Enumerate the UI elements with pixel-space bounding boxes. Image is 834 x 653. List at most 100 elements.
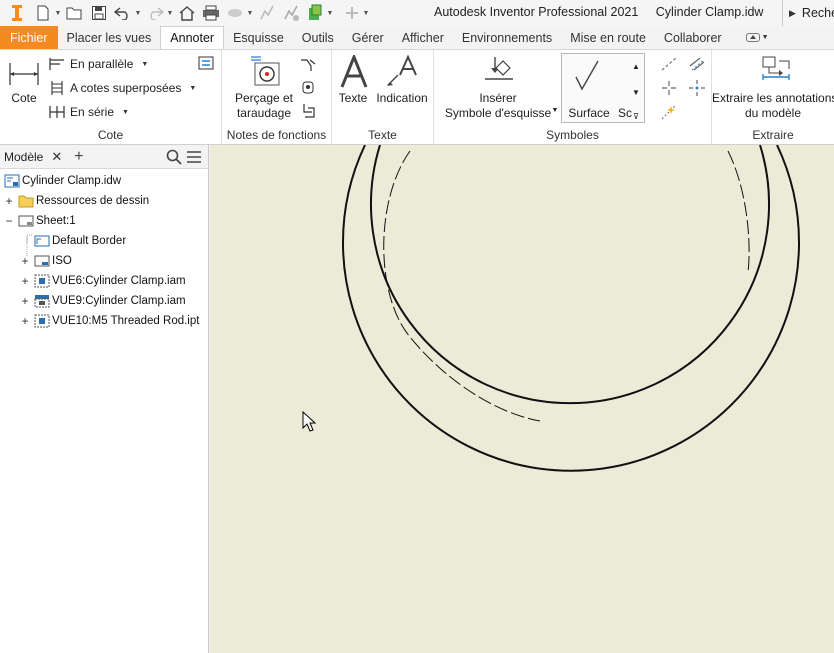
tree-node-label: ISO <box>52 255 72 267</box>
center-mark-icon[interactable] <box>658 78 680 98</box>
new-dropdown-icon[interactable]: ▼ <box>54 2 62 24</box>
hole-note-label-2[interactable]: taraudage <box>228 106 300 121</box>
text-button[interactable]: Texte <box>334 91 372 106</box>
panel-cote: Cote En parallèle ▼ A cotes superposées … <box>0 50 222 145</box>
tab-environnements[interactable]: Environnements <box>453 26 561 49</box>
chevron-down-icon: ▼ <box>122 108 129 116</box>
parallel-dimension-button[interactable]: En parallèle ▼ <box>48 56 148 72</box>
insert-sketch-symbol-icon[interactable] <box>480 54 518 90</box>
surface-texture-icon[interactable] <box>570 58 604 94</box>
tree-node-label: VUE10:M5 Threaded Rod.ipt <box>52 315 200 327</box>
undo-icon[interactable] <box>112 2 134 24</box>
bend-note-icon[interactable] <box>298 102 318 120</box>
retrieve-label-1[interactable]: Extraire les annotations <box>712 91 834 106</box>
tree-node-default-border[interactable]: Default Border <box>34 231 126 251</box>
insert-symbol-label-2[interactable]: Symbole d'esquisse <box>442 106 554 121</box>
retrieve-label-2[interactable]: du modèle <box>716 106 830 121</box>
panel-symboles: Insérer Symbole d'esquisse ▼ Surface Sc … <box>434 50 712 145</box>
tree-node-vue9[interactable]: + VUE9:Cylinder Clamp.iam <box>20 291 186 311</box>
hole-thread-note-icon[interactable] <box>248 54 284 90</box>
clamp-outer-arc <box>342 145 800 472</box>
panel-extraire: Extraire les annotations du modèle Extra… <box>712 50 834 145</box>
punch-note-icon[interactable] <box>298 78 318 96</box>
gallery-expand-icon[interactable]: ⊽ <box>630 110 642 122</box>
panel-title-symboles: Symboles <box>546 128 599 142</box>
text-icon[interactable] <box>336 54 372 90</box>
ribbon-display-toggle[interactable]: ▼ <box>737 26 778 49</box>
series-dimension-button[interactable]: En série ▼ <box>48 104 129 120</box>
drawing-canvas[interactable] <box>210 145 834 653</box>
insert-symbol-dropdown-icon[interactable]: ▼ <box>550 104 560 116</box>
tab-gerer[interactable]: Gérer <box>343 26 393 49</box>
search-field[interactable]: ▶ Reche <box>782 0 834 26</box>
parallel-label: En parallèle <box>70 57 134 71</box>
redo-dropdown-icon[interactable]: ▼ <box>166 2 174 24</box>
centerline-bisector-icon[interactable] <box>686 54 708 74</box>
add-tab-icon[interactable]: + <box>74 148 83 166</box>
hamburger-menu-icon[interactable] <box>186 150 202 167</box>
tree-node-label: Ressources de dessin <box>36 195 150 207</box>
undo-dropdown-icon[interactable]: ▼ <box>134 2 142 24</box>
home-icon[interactable] <box>176 2 198 24</box>
surface-button[interactable]: Surface <box>566 106 612 121</box>
add-icon[interactable] <box>342 2 362 24</box>
chevron-down-icon: ▼ <box>189 84 197 92</box>
insert-symbol-label-1[interactable]: Insérer <box>448 91 548 106</box>
centerline-icon[interactable] <box>658 54 680 74</box>
centered-pattern-icon[interactable] <box>686 78 708 98</box>
close-icon[interactable]: ✕ <box>51 149 62 165</box>
ribbon: Cote En parallèle ▼ A cotes superposées … <box>0 50 834 145</box>
leader-text-button[interactable]: Indication <box>374 91 430 106</box>
tab-fichier[interactable]: Fichier <box>0 26 58 49</box>
ribbon-tabs: Fichier Placer les vues Annoter Esquisse… <box>0 26 834 50</box>
app-title: Autodesk Inventor Professional 2021 <box>434 5 639 19</box>
mouse-cursor-icon <box>302 411 316 432</box>
tree-connector-lines <box>26 234 33 257</box>
series-label: En série <box>70 105 115 119</box>
chamfer-note-icon[interactable] <box>298 56 318 74</box>
search-icon[interactable] <box>166 149 182 168</box>
tab-annoter[interactable]: Annoter <box>160 26 225 49</box>
search-label: Reche <box>801 6 834 20</box>
retrieve-annotations-icon[interactable] <box>758 54 792 84</box>
auto-centerlines-icon[interactable] <box>658 102 680 122</box>
panel-title-notes: Notes de fonctions <box>226 128 327 142</box>
baseline-set-icon[interactable] <box>196 54 216 72</box>
tab-afficher[interactable]: Afficher <box>393 26 453 49</box>
gallery-scroll-down-icon[interactable]: ▼ <box>630 86 642 98</box>
update-icon[interactable] <box>256 2 278 24</box>
gallery-scroll-up-icon[interactable]: ▲ <box>630 60 642 72</box>
chevron-right-icon: ▶ <box>789 7 796 18</box>
measure-icon[interactable] <box>224 2 246 24</box>
tree-node-label: VUE9:Cylinder Clamp.iam <box>52 295 186 307</box>
appearance-dropdown-icon[interactable]: ▼ <box>326 2 334 24</box>
print-icon[interactable] <box>200 2 222 24</box>
dimension-icon[interactable] <box>6 56 42 92</box>
tree-node-vue6[interactable]: + VUE6:Cylinder Clamp.iam <box>20 271 185 291</box>
drawing-geometry <box>342 145 800 472</box>
hole-note-label-1[interactable]: Perçage et <box>228 91 300 106</box>
stacked-dimension-button[interactable]: A cotes superposées ▼ <box>48 80 196 96</box>
tab-placer-les-vues[interactable]: Placer les vues <box>58 26 161 49</box>
tab-outils[interactable]: Outils <box>293 26 343 49</box>
measure-dropdown-icon[interactable]: ▼ <box>246 2 254 24</box>
tab-mise-en-route[interactable]: Mise en route <box>561 26 655 49</box>
appearance-icon[interactable] <box>304 2 326 24</box>
redo-icon[interactable] <box>144 2 166 24</box>
tab-esquisse[interactable]: Esquisse <box>224 26 293 49</box>
new-icon[interactable] <box>32 2 54 24</box>
parallel-dim-icon <box>48 56 66 72</box>
open-icon[interactable] <box>64 2 86 24</box>
cote-button[interactable]: Cote <box>4 91 44 106</box>
tab-collaborer[interactable]: Collaborer <box>655 26 731 49</box>
inventor-logo-icon[interactable] <box>4 2 30 24</box>
panel-title-texte: Texte <box>368 128 397 142</box>
customize-dropdown-icon[interactable]: ▼ <box>362 2 370 24</box>
rebuild-icon[interactable] <box>280 2 302 24</box>
save-icon[interactable] <box>88 2 110 24</box>
tree-node-vue10[interactable]: + VUE10:M5 Threaded Rod.ipt <box>20 311 199 331</box>
leader-text-icon[interactable] <box>382 54 420 90</box>
panel-notes-de-fonctions: Perçage et taraudage Notes de fonctions <box>222 50 332 145</box>
document-title: Cylinder Clamp.idw <box>655 5 764 19</box>
panel-texte: Texte Indication Texte <box>332 50 434 145</box>
